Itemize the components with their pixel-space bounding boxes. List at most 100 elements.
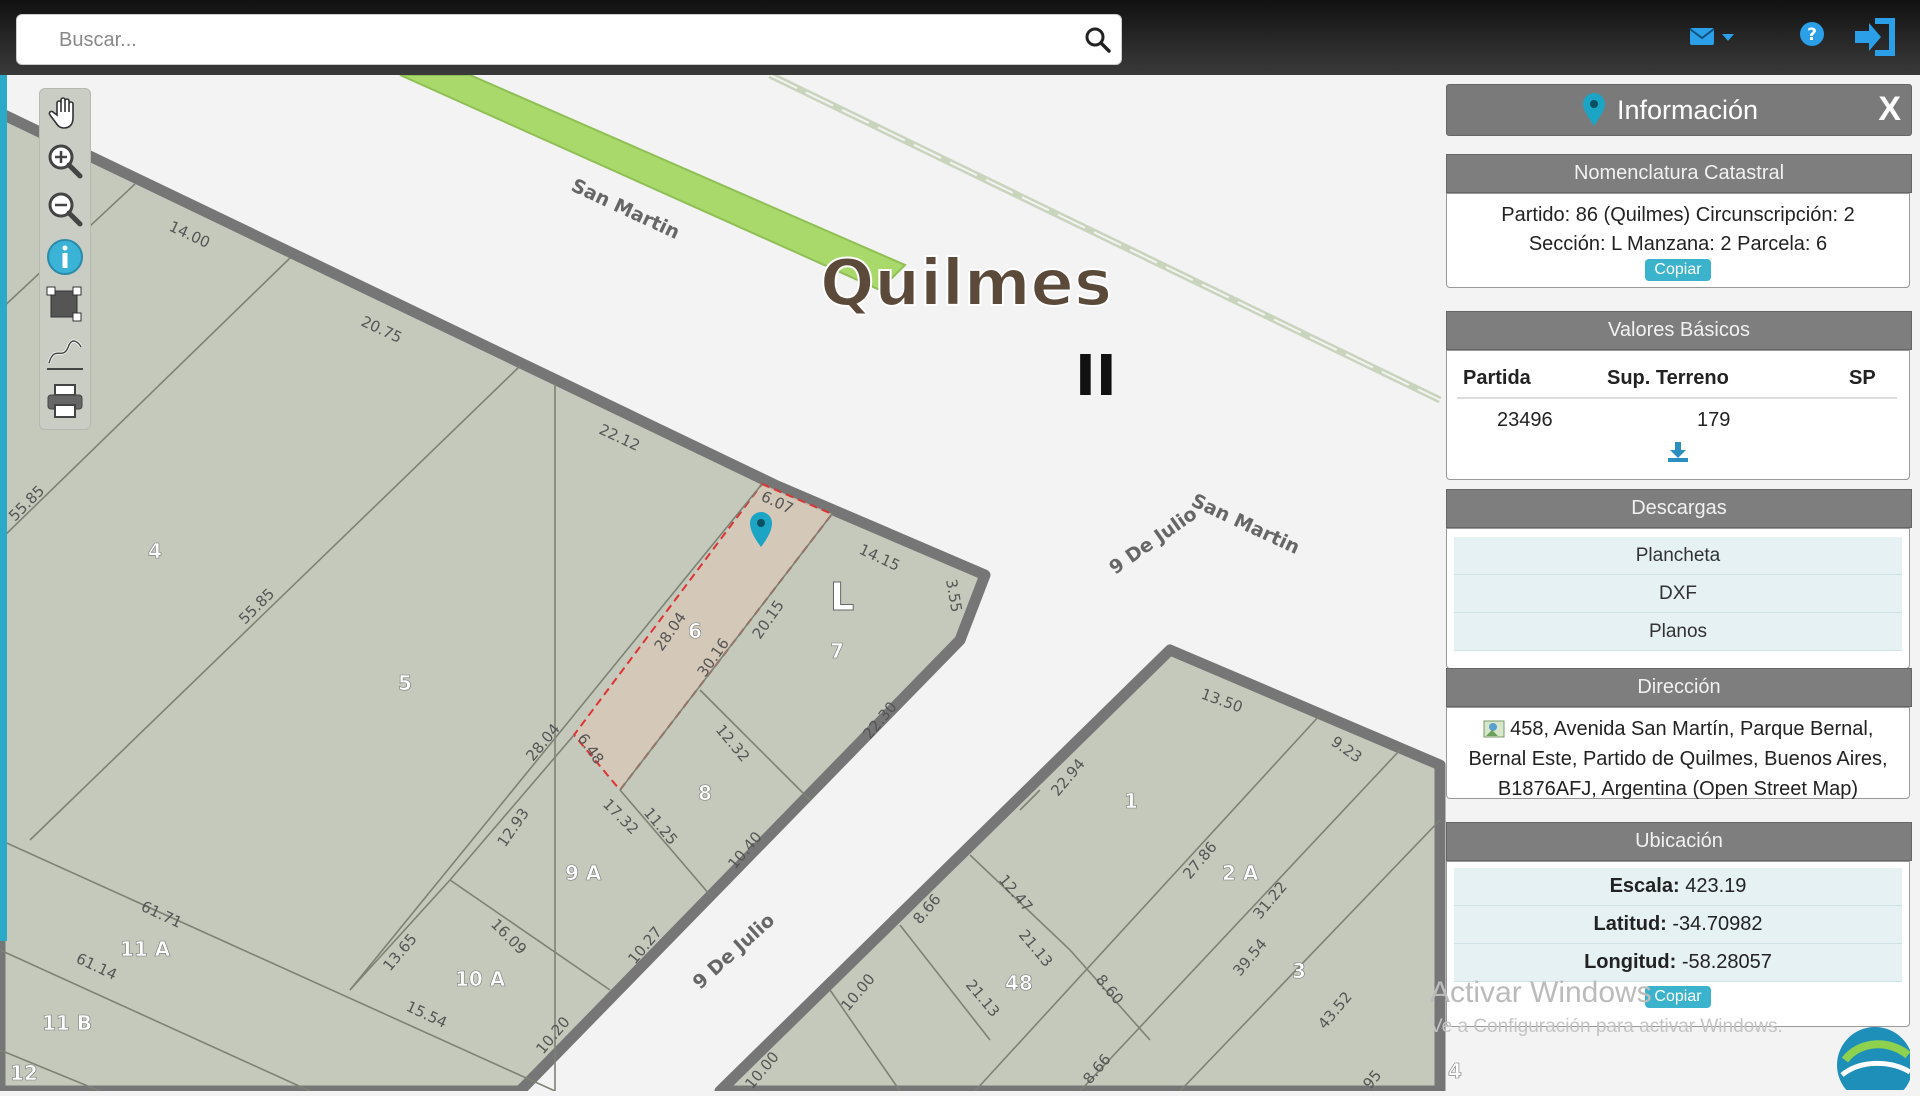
dimension-label: 20.15 <box>749 597 788 643</box>
block-label: L <box>830 575 854 619</box>
envelope-icon[interactable] <box>1688 22 1738 52</box>
dimension-label: 10.27 <box>624 923 665 967</box>
parcel-label: 11 B <box>42 1011 92 1035</box>
dimension-label: 61.14 <box>73 949 120 983</box>
dimension-label: 12.32 <box>712 721 753 765</box>
ubicacion-title: Ubicación <box>1635 830 1723 852</box>
escala-row: Escala: 423.19 <box>1454 868 1902 906</box>
longitud-label: Longitud: <box>1584 951 1677 973</box>
dimension-label: 15.54 <box>403 997 450 1031</box>
info-panel: Información X Nomenclatura Catastral Par… <box>1446 84 1912 1027</box>
parcel-label: 5 <box>398 671 412 695</box>
dimension-label: 22.12 <box>596 420 643 454</box>
latitud-row: Latitud: -34.70982 <box>1454 906 1902 944</box>
dimension-label: 10.40 <box>724 828 765 872</box>
dimension-label: 10.20 <box>532 1013 573 1057</box>
dimension-label: 17.32 <box>599 795 642 838</box>
parcel-label: 2 A <box>1222 861 1259 885</box>
col-partida: Partida <box>1463 367 1531 389</box>
download-plancheta-link[interactable]: Plancheta <box>1454 537 1902 575</box>
dimension-label: 20.75 <box>358 312 405 346</box>
question-circle-icon[interactable]: ? <box>1799 21 1825 47</box>
measure-icon[interactable] <box>45 333 85 373</box>
descargas-header: Descargas <box>1446 489 1912 528</box>
dimension-label: 14.00 <box>166 217 213 251</box>
dimension-label: 16.09 <box>487 915 530 958</box>
pan-hand-icon[interactable] <box>45 93 85 133</box>
parcel-label: 10 A <box>455 967 506 991</box>
street-label: 9 De Julio <box>1105 503 1201 579</box>
zoom-in-icon[interactable] <box>45 141 85 181</box>
zoom-out-icon[interactable] <box>45 189 85 229</box>
address-text: 458, Avenida San Martín, Parque Bernal, … <box>1468 718 1888 800</box>
dimension-label: 39.54 <box>1229 935 1270 979</box>
dimension-label: 14.15 <box>856 540 903 574</box>
dimension-label: 13.65 <box>379 930 420 974</box>
parcel-label: 4 <box>148 539 162 563</box>
parcel-label: 6 <box>688 619 702 643</box>
street-label: San Martin <box>568 175 683 244</box>
parcel-label: 8 <box>698 781 712 805</box>
dimension-label: 13.50 <box>1199 685 1246 717</box>
parcel-label: 4 <box>1448 1059 1462 1083</box>
map-toolbar <box>39 88 91 430</box>
info-icon[interactable] <box>45 237 85 277</box>
close-button[interactable]: X <box>1878 90 1901 129</box>
dimension-label: 12.47 <box>995 871 1036 915</box>
partida-value: 23496 <box>1497 409 1553 431</box>
nomenclatura-header: Nomenclatura Catastral <box>1446 154 1912 193</box>
dimension-label: 10.00 <box>741 1048 782 1091</box>
street-label: San Martin <box>1188 490 1303 559</box>
parcel-label: 1 <box>1124 789 1138 813</box>
nomenclatura-box: Partido: 86 (Quilmes) Circunscripción: 2… <box>1446 193 1910 288</box>
parcel-label: 48 <box>1005 971 1033 995</box>
dimension-label: 8.66 <box>909 890 944 927</box>
dimension-label: 55.85 <box>235 585 278 628</box>
dimension-label: 28.04 <box>522 720 563 764</box>
valores-title: Valores Básicos <box>1608 319 1750 341</box>
download-planos-link[interactable]: Planos <box>1454 613 1902 651</box>
sup-terreno-value: 179 <box>1697 409 1731 431</box>
copy-coordinates-button[interactable]: Copiar <box>1645 986 1711 1008</box>
sign-out-icon[interactable] <box>1853 14 1901 60</box>
direccion-title: Dirección <box>1637 676 1721 698</box>
download-icon[interactable] <box>1667 441 1689 463</box>
roman-label: II <box>1075 344 1117 409</box>
nomenclatura-line1: Partido: 86 (Quilmes) Circunscripción: 2 <box>1501 204 1855 226</box>
svg-text:?: ? <box>1807 25 1817 45</box>
parcel-label: 3 <box>1292 959 1306 983</box>
col-sup-terreno: Sup. Terreno <box>1607 367 1729 389</box>
direccion-box: 458, Avenida San Martín, Parque Bernal, … <box>1446 707 1910 800</box>
download-dxf-link[interactable]: DXF <box>1454 575 1902 613</box>
info-panel-title: Información <box>1617 95 1759 125</box>
valores-box: Partida Sup. Terreno SP 23496 179 <box>1446 350 1910 480</box>
search-input[interactable] <box>57 25 1061 55</box>
dimension-label: 55.85 <box>5 482 48 525</box>
nomenclatura-line2: Sección: L Manzana: 2 Parcela: 6 <box>1528 233 1828 255</box>
dimension-label: 28.04 <box>651 609 690 655</box>
dimension-label: 22.30 <box>859 698 900 742</box>
dimension-label: 61.71 <box>138 897 185 931</box>
valores-header: Valores Básicos <box>1446 311 1912 350</box>
dimension-label: 43.52 <box>1314 988 1355 1032</box>
dimension-label: 8.60 <box>1092 971 1127 1008</box>
info-panel-header: Información X <box>1446 84 1912 136</box>
search-box[interactable] <box>16 14 1122 65</box>
search-icon[interactable] <box>1083 25 1113 55</box>
direccion-header: Dirección <box>1446 668 1912 707</box>
dimension-label: 3.55 <box>942 578 966 614</box>
dimension-label: 8.66 <box>1079 1050 1114 1087</box>
copy-nomenclatura-button[interactable]: Copiar <box>1645 259 1711 281</box>
print-icon[interactable] <box>45 381 85 421</box>
left-edge-strip <box>0 75 7 941</box>
col-sp: SP <box>1849 367 1876 389</box>
activation-watermark-subtitle: Ve a Configuración para activar Windows. <box>1430 1016 1783 1037</box>
map-icon <box>1483 720 1505 738</box>
dimension-label: 10.00 <box>837 970 878 1014</box>
select-area-icon[interactable] <box>45 285 85 325</box>
descargas-box: Plancheta DXF Planos <box>1446 528 1910 669</box>
longitud-value: -58.28057 <box>1681 951 1772 973</box>
parcel-label: 11 A <box>120 937 171 961</box>
city-label: Quilmes <box>820 247 1112 321</box>
activation-watermark-title: Activar Windows <box>1430 976 1652 1009</box>
